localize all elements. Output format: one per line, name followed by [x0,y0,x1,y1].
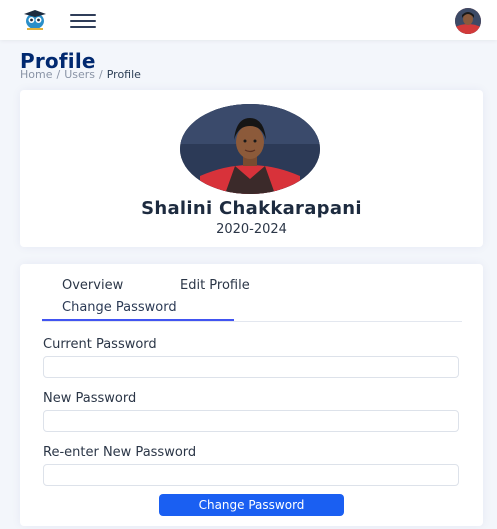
graduation-owl-logo-icon[interactable] [22,9,48,31]
tab-edit-profile[interactable]: Edit Profile [180,278,250,293]
tab-overview[interactable]: Overview [62,278,123,293]
top-header [0,0,497,40]
breadcrumb-current: Profile [106,68,141,81]
profile-tabs-card: Overview Edit Profile Change Password Cu… [20,264,483,526]
menu-line [70,26,96,28]
profile-name: Shalini Chakkarapani [141,198,362,219]
user-avatar-icon[interactable] [455,8,481,34]
change-password-button[interactable]: Change Password [159,494,344,516]
new-password-label: New Password [43,391,137,406]
hamburger-menu-icon[interactable] [70,12,96,30]
profile-years: 2020-2024 [216,222,287,237]
breadcrumb: Home / Users / Profile [20,68,141,81]
new-password-field[interactable] [43,410,459,432]
breadcrumb-separator: / [99,68,103,81]
active-tab-indicator [42,319,234,321]
current-password-label: Current Password [43,337,157,352]
breadcrumb-separator: / [56,68,61,81]
breadcrumb-home-link[interactable]: Home [20,68,52,81]
reenter-password-field[interactable] [43,464,459,486]
menu-line [70,14,96,16]
reenter-password-label: Re-enter New Password [43,445,197,460]
tabs-divider [42,321,462,322]
current-password-field[interactable] [43,356,459,378]
profile-card: Shalini Chakkarapani 2020-2024 [20,90,483,247]
menu-line [70,20,96,22]
tab-change-password[interactable]: Change Password [62,300,177,315]
breadcrumb-users-link[interactable]: Users [64,68,95,81]
profile-photo [180,104,320,194]
